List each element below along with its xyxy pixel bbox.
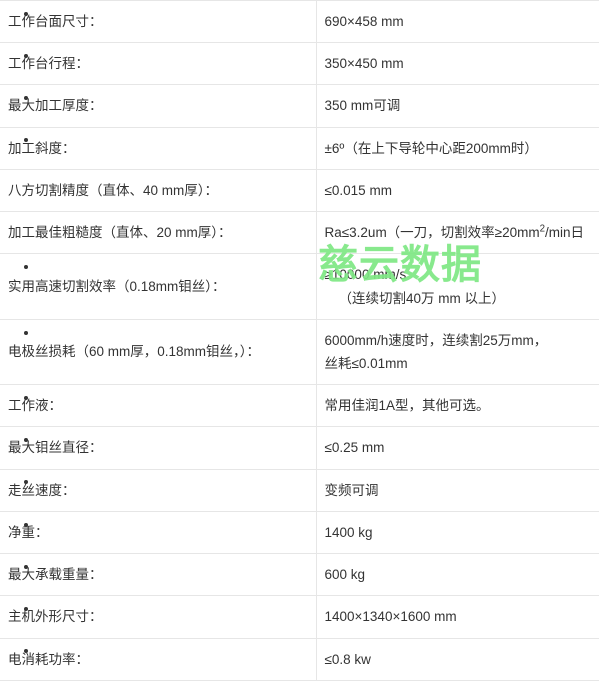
spec-value-cell: ±6º（在上下导轮中心距200mm时） (316, 127, 599, 169)
spec-label-cell: 最大加工厚度： (0, 84, 317, 128)
spec-value-second-line: （连续切割40万 mm 以上） (338, 290, 506, 306)
spec-label-text: 加工斜度： (8, 140, 76, 156)
spec-value-cell: 690×458 mm (316, 1, 599, 43)
spec-value-text: ≤0.015 mm (324, 182, 392, 198)
spec-value-cell: 350 mm可调 (316, 85, 599, 127)
spec-value-text: 变频可调 (324, 482, 379, 498)
table-row: 八方切割精度（直体、40 mm厚）： ≤0.015 mm (0, 169, 599, 212)
spec-label-text: 电极丝损耗（60 mm厚，0.18mm钼丝，）： (8, 344, 261, 360)
spec-label-cell: 加工最佳粗糙度（直体、20 mm厚）： (0, 211, 317, 254)
spec-label-text: 八方切割精度（直体、40 mm厚）： (8, 182, 219, 198)
spec-label-cell: 实用高速切割效率（0.18mm钼丝）： (0, 253, 317, 320)
spec-label-text: 加工最佳粗糙度（直体、20 mm厚）： (8, 225, 232, 241)
bullet-icon (24, 11, 28, 16)
spec-value-text: 1400×1340×1600 mm (324, 609, 457, 625)
spec-value-text: ≥10000 mm/s (324, 267, 407, 283)
table-row: 加工最佳粗糙度（直体、20 mm厚）： Ra≤3.2um（一刀，切割效率≥20mm… (0, 211, 599, 254)
spec-label-text: 工作台行程： (8, 56, 89, 72)
spec-value-text: 350×450 mm (324, 56, 404, 72)
spec-value-cell: 变频可调 (316, 469, 599, 511)
spec-value-cell: 1400 kg (316, 511, 599, 553)
spec-label-cell: 电极丝损耗（60 mm厚，0.18mm钼丝，）： (0, 319, 317, 385)
spec-label-text: 最大钼丝直径： (8, 440, 103, 456)
spec-label-text: 实用高速切割效率（0.18mm钼丝）： (8, 278, 226, 294)
spec-label-cell: 主机外形尺寸： (0, 595, 317, 638)
table-row: 工作液： 常用佳润1A型，其他可选。 (0, 384, 599, 427)
table-row: 工作台行程： 350×450 mm (0, 42, 599, 85)
table-row: 主机外形尺寸： 1400×1340×1600 mm (0, 595, 599, 638)
table-row: 工作台面尺寸： 690×458 mm (0, 0, 599, 43)
spec-label-cell: 八方切割精度（直体、40 mm厚）： (0, 169, 317, 212)
bullet-icon (24, 395, 28, 400)
table-row: 最大加工厚度： 350 mm可调 (0, 84, 599, 128)
table-row: 电消耗功率： ≤0.8 kw (0, 638, 599, 681)
spec-value-text: 600 kg (324, 567, 366, 583)
spec-value-cell: 600 kg (316, 554, 599, 596)
bullet-icon (24, 330, 28, 335)
spec-value-cell: 1400×1340×1600 mm (316, 596, 599, 638)
spec-label-cell: 净重： (0, 511, 317, 554)
table-row: 最大承载重量： 600 kg (0, 553, 599, 596)
spec-label-cell: 加工斜度： (0, 127, 317, 170)
spec-value-text: 690×458 mm (324, 14, 404, 29)
spec-value-text: 350 mm可调 (324, 98, 401, 114)
spec-value-cell: ≤0.25 mm (316, 427, 599, 469)
spec-value-text: 6000mm/h速度时，连续割25万mm， (324, 332, 548, 348)
specification-table-body: 工作台面尺寸： 690×458 mm 工作台行程： 350×450 mm 最大加工厚度：… (0, 0, 599, 681)
spec-value-text: 常用佳润1A型，其他可选。 (324, 398, 490, 414)
spec-label-text: 最大加工厚度： (8, 98, 103, 114)
spec-label-text: 工作台面尺寸： (8, 14, 103, 29)
spec-value-text-suffix: /min日 (545, 225, 585, 241)
spec-label-text: 净重： (8, 524, 49, 540)
spec-value-text: Ra≤3.2um（一刀，切割效率≥20mm (324, 225, 540, 241)
spec-value-text: 1400 kg (324, 524, 373, 540)
spec-label-text: 工作液： (8, 398, 62, 414)
spec-label-text: 最大承载重量： (8, 567, 103, 583)
bullet-icon (24, 564, 28, 569)
spec-label-cell: 工作液： (0, 384, 317, 427)
spec-label-text: 电消耗功率： (8, 651, 89, 667)
spec-label-cell: 走丝速度： (0, 469, 317, 512)
spec-label-text: 走丝速度： (8, 482, 76, 498)
table-row: 电极丝损耗（60 mm厚，0.18mm钼丝，）： 6000mm/h速度时，连续割2… (0, 319, 599, 385)
spec-value-second-line: 丝耗≤0.01mm (324, 355, 408, 371)
bullet-icon (24, 522, 28, 527)
bullet-icon (24, 54, 28, 59)
spec-value-cell: 6000mm/h速度时，连续割25万mm， 丝耗≤0.01mm (316, 319, 599, 384)
spec-label-cell: 工作台行程： (0, 42, 317, 85)
spec-value-cell: 常用佳润1A型，其他可选。 (316, 385, 599, 427)
spec-value-cell: ≥10000 mm/s （连续切割40万 mm 以上） (316, 254, 599, 319)
bullet-icon (24, 265, 28, 270)
specification-table: 工作台面尺寸： 690×458 mm 工作台行程： 350×450 mm 最大加工厚度：… (0, 0, 599, 681)
spec-value-cell: 350×450 mm (316, 43, 599, 85)
table-row: 实用高速切割效率（0.18mm钼丝）： ≥10000 mm/s （连续切割40万 m… (0, 253, 599, 320)
spec-label-text: 主机外形尺寸： (8, 609, 103, 625)
spec-value-text: ≤0.25 mm (324, 440, 385, 456)
table-row: 走丝速度： 变频可调 (0, 469, 599, 512)
spec-value-cell: ≤0.015 mm (316, 169, 599, 211)
spec-value-cell: Ra≤3.2um（一刀，切割效率≥20mm2/min日 (316, 212, 599, 254)
spec-value-text: ±6º（在上下导轮中心距200mm时） (324, 140, 538, 156)
spec-label-cell: 最大钼丝直径： (0, 426, 317, 470)
table-row: 净重： 1400 kg (0, 511, 599, 554)
spec-label-cell: 工作台面尺寸： (0, 0, 317, 43)
spec-label-cell: 最大承载重量： (0, 553, 317, 596)
table-row: 最大钼丝直径： ≤0.25 mm (0, 426, 599, 470)
spec-label-cell: 电消耗功率： (0, 638, 317, 681)
spec-value-cell: ≤0.8 kw (316, 638, 599, 680)
spec-value-text: ≤0.8 kw (324, 651, 371, 667)
table-row: 加工斜度： ±6º（在上下导轮中心距200mm时） (0, 127, 599, 170)
